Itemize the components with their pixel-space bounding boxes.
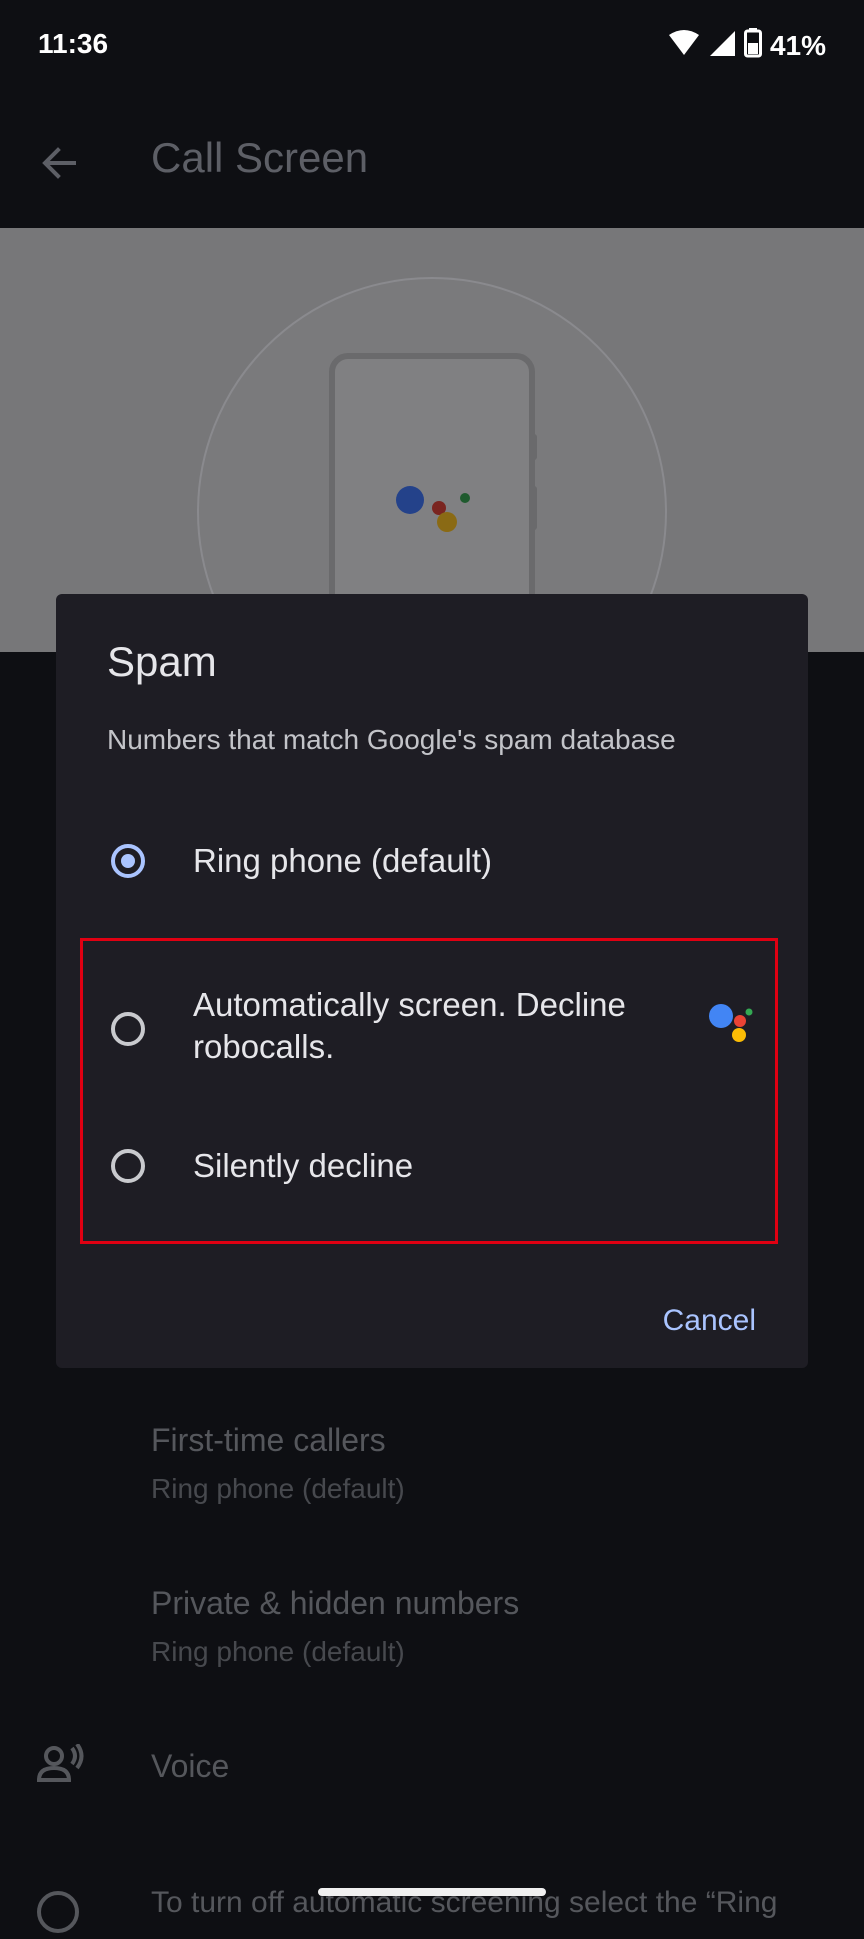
setting-title: First-time callers — [151, 1422, 386, 1458]
radio-button-selected[interactable] — [111, 844, 145, 878]
cell-signal-icon — [708, 29, 736, 62]
option-label: Ring phone (default) — [193, 842, 493, 879]
app-bar: Call Screen — [0, 96, 864, 228]
info-icon — [36, 1890, 80, 1939]
status-bar: 11:36 41% — [0, 0, 864, 96]
first-time-callers-setting[interactable]: First-time callers Ring phone (default) — [151, 1422, 405, 1505]
status-time: 11:36 — [38, 28, 109, 59]
wifi-icon — [668, 29, 700, 62]
back-arrow-icon[interactable] — [30, 134, 88, 192]
battery-percentage: 41% — [769, 29, 826, 61]
voice-icon — [36, 1742, 84, 1789]
status-icons: 41% — [668, 28, 826, 63]
home-indicator[interactable] — [318, 1888, 546, 1896]
spam-dialog: Spam Numbers that match Google's spam da… — [56, 594, 808, 1368]
dialog-subtitle: Numbers that match Google's spam databas… — [107, 724, 676, 755]
setting-value: Ring phone (default) — [151, 1473, 405, 1504]
setting-title: Private & hidden numbers — [151, 1585, 520, 1621]
private-hidden-numbers-setting[interactable]: Private & hidden numbers Ring phone (def… — [151, 1585, 519, 1668]
option-ring-phone[interactable]: Ring phone (default) — [56, 806, 808, 916]
highlight-annotation-box — [80, 938, 778, 1244]
cancel-button[interactable]: Cancel — [663, 1304, 756, 1338]
voice-setting[interactable]: Voice — [151, 1748, 229, 1785]
page-title: Call Screen — [151, 134, 369, 181]
call-screen-illustration — [0, 228, 864, 652]
dialog-title: Spam — [107, 638, 217, 685]
battery-icon — [743, 28, 762, 63]
setting-value: Ring phone (default) — [151, 1636, 405, 1667]
